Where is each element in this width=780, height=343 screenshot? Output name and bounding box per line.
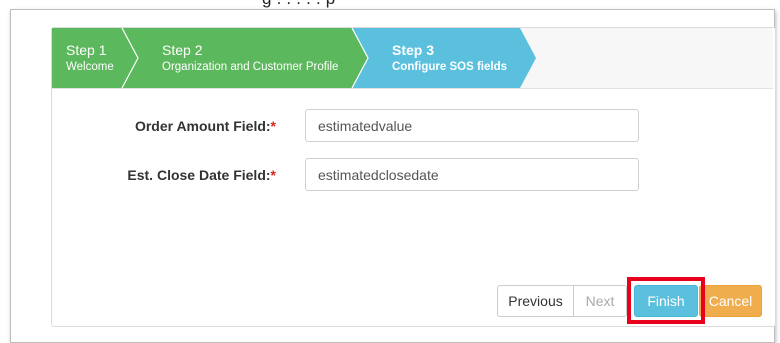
step-3[interactable]: Step 3 Configure SOS fields (392, 42, 507, 76)
step-2-subtitle: Organization and Customer Profile (162, 61, 339, 73)
step-1[interactable]: Step 1 Welcome (66, 42, 114, 76)
step-3-title: Step 3 (392, 42, 435, 58)
step-3-subtitle: Configure SOS fields (392, 61, 508, 73)
step-2-title: Step 2 (162, 42, 203, 58)
order-amount-field[interactable] (305, 109, 639, 142)
previous-button[interactable]: Previous (497, 285, 574, 317)
next-button[interactable]: Next (573, 285, 627, 317)
wizard-steps: Step 1 Welcome Step 2 Organization and C… (52, 28, 773, 89)
close-date-label: Est. Close Date Field:* (127, 167, 276, 183)
header-partial-label: g . . . . . p (262, 0, 335, 9)
finish-highlight-box (627, 277, 705, 324)
cancel-button[interactable]: Cancel (699, 285, 762, 317)
order-amount-label: Order Amount Field:* (134, 118, 276, 134)
required-asterisk: * (270, 118, 276, 134)
step-1-subtitle: Welcome (66, 61, 114, 73)
step-1-title: Step 1 (66, 42, 107, 58)
step-2[interactable]: Step 2 Organization and Customer Profile (162, 42, 338, 76)
required-asterisk: * (270, 167, 276, 183)
close-date-field[interactable] (305, 158, 639, 191)
